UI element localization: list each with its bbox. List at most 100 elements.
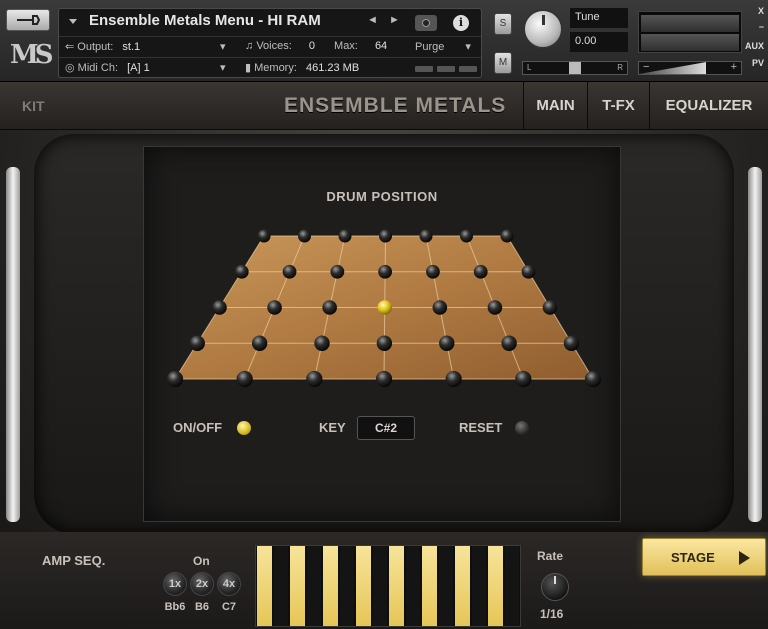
rate-knob[interactable] — [541, 573, 569, 601]
drum-position-point[interactable] — [375, 370, 393, 388]
drum-position-point[interactable] — [501, 335, 517, 351]
instrument-name[interactable]: Ensemble Metals Menu - HI RAM — [89, 12, 321, 29]
multiplier-1x-button[interactable]: 1x — [163, 572, 187, 596]
purge-menu[interactable]: Purge ▾ — [415, 40, 471, 53]
max-voices-value[interactable]: 64 — [375, 40, 387, 52]
drum-position-point[interactable] — [236, 370, 253, 388]
instrument-brand: ENSEMBLE METALS — [284, 94, 507, 117]
next-instrument-icon[interactable]: ► — [389, 14, 400, 26]
drum-position-point[interactable] — [234, 264, 249, 279]
note-label: C7 — [221, 601, 237, 613]
pan-handle[interactable] — [569, 62, 581, 74]
seq-step-off[interactable] — [405, 546, 420, 626]
wrench-icon — [17, 15, 41, 25]
wrench-button[interactable] — [6, 9, 50, 31]
purge-dropdown-icon: ▾ — [465, 41, 471, 53]
seq-step-on[interactable] — [290, 546, 305, 626]
amp-seq-title: AMP SEQ. — [42, 553, 106, 568]
minimize-instrument-button[interactable]: − — [759, 22, 764, 32]
prev-instrument-icon[interactable]: ◄ — [367, 14, 378, 26]
output-select[interactable]: ⇐ Output: st.1 ▾ — [65, 40, 226, 53]
midi-dropdown-icon: ▾ — [220, 62, 226, 74]
drum-position-point-selected[interactable] — [377, 300, 393, 315]
seq-step-off[interactable] — [438, 546, 453, 626]
drum-position-point[interactable] — [322, 300, 337, 315]
reset-button[interactable] — [515, 421, 529, 435]
drum-position-panel: DRUM POSITION ON/OFF KEY C#2 RESET — [143, 146, 621, 522]
seq-step-off[interactable] — [504, 546, 519, 626]
seq-step-on[interactable] — [257, 546, 272, 626]
drum-position-point[interactable] — [439, 335, 455, 351]
amp-seq-strip: AMP SEQ. On 1x 2x 4x Bb6 B6 C7 Rate 1/16… — [0, 532, 768, 629]
drum-position-point[interactable] — [338, 229, 352, 243]
drum-position-point[interactable] — [445, 370, 462, 388]
camera-icon[interactable] — [415, 15, 437, 31]
drum-position-point[interactable] — [473, 264, 488, 279]
seq-step-on[interactable] — [422, 546, 437, 626]
drum-position-point[interactable] — [257, 229, 271, 243]
drum-position-point[interactable] — [189, 335, 205, 351]
seq-step-on[interactable] — [356, 546, 371, 626]
seq-step-off[interactable] — [306, 546, 321, 626]
drum-position-point[interactable] — [378, 264, 393, 279]
drum-position-point[interactable] — [515, 370, 532, 388]
key-label: KEY — [319, 420, 346, 435]
solo-button[interactable]: S — [494, 13, 512, 35]
seq-step-off[interactable] — [471, 546, 486, 626]
tab-main[interactable]: MAIN — [523, 82, 587, 130]
drum-position-point[interactable] — [521, 264, 536, 279]
seq-step-off[interactable] — [339, 546, 354, 626]
note-label: B6 — [194, 601, 210, 613]
drum-position-point[interactable] — [376, 335, 393, 351]
aux-button[interactable]: AUX — [745, 41, 764, 51]
drum-position-point[interactable] — [563, 335, 580, 351]
drum-position-point[interactable] — [432, 300, 448, 315]
drum-position-stage — [166, 229, 602, 388]
volume-slider[interactable]: − + — [638, 61, 742, 75]
midi-icon: ◎ — [65, 62, 75, 74]
seq-step-on[interactable] — [455, 546, 470, 626]
drum-position-point[interactable] — [298, 229, 311, 243]
drum-position-point[interactable] — [487, 300, 503, 315]
seq-step-on[interactable] — [389, 546, 404, 626]
amp-seq-on-label: On — [193, 554, 210, 568]
drum-position-point[interactable] — [419, 229, 433, 243]
seq-step-off[interactable] — [372, 546, 387, 626]
seq-step-off[interactable] — [273, 546, 288, 626]
tune-knob[interactable] — [523, 9, 563, 49]
close-instrument-button[interactable]: X — [758, 6, 764, 16]
multiplier-4x-button[interactable]: 4x — [217, 572, 241, 596]
seq-step-on[interactable] — [323, 546, 338, 626]
tab-tfx[interactable]: T-FX — [587, 82, 649, 130]
stage-button[interactable]: STAGE — [642, 538, 766, 576]
tab-kit[interactable]: KIT — [22, 98, 45, 114]
drum-position-point[interactable] — [460, 229, 473, 243]
tab-equalizer[interactable]: EQUALIZER — [649, 82, 768, 130]
info-icon[interactable]: i — [453, 15, 469, 31]
drum-position-point[interactable] — [306, 370, 323, 388]
pv-button[interactable]: PV — [752, 58, 764, 68]
pan-slider[interactable]: L R — [522, 61, 628, 75]
drum-position-point[interactable] — [282, 264, 297, 279]
drum-position-point[interactable] — [500, 229, 514, 243]
multiplier-2x-button[interactable]: 2x — [190, 572, 214, 596]
play-arrow-icon — [739, 551, 750, 565]
mute-button[interactable]: M — [494, 52, 512, 74]
key-value[interactable]: C#2 — [357, 416, 415, 440]
drum-position-point[interactable] — [542, 300, 558, 315]
tune-value[interactable]: 0.00 — [570, 32, 628, 52]
midi-channel-select[interactable]: ◎ Midi Ch: [A] 1 ▾ — [65, 61, 226, 74]
onoff-toggle[interactable] — [237, 421, 251, 435]
drum-position-point[interactable] — [314, 335, 330, 351]
drum-position-point[interactable] — [267, 300, 282, 315]
drum-position-point[interactable] — [251, 335, 268, 351]
drum-position-point[interactable] — [379, 229, 392, 243]
drum-position-point[interactable] — [166, 370, 184, 388]
amp-step-sequencer[interactable] — [255, 545, 521, 627]
drum-position-point[interactable] — [212, 300, 227, 315]
seq-step-on[interactable] — [488, 546, 503, 626]
drum-position-point[interactable] — [426, 264, 440, 279]
instrument-menu-arrow-icon[interactable] — [69, 19, 77, 24]
drum-position-point[interactable] — [584, 370, 602, 388]
drum-position-point[interactable] — [330, 264, 345, 279]
